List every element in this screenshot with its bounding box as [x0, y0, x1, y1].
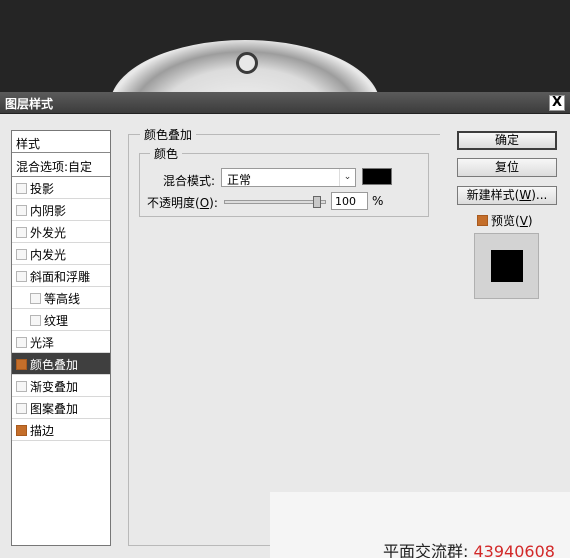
- opacity-input[interactable]: 100: [331, 192, 368, 210]
- style-item-label: 外发光: [30, 226, 67, 240]
- style-item-label: 斜面和浮雕: [30, 270, 91, 284]
- style-item-label: 描边: [30, 424, 55, 438]
- style-item-label: 内阴影: [30, 204, 67, 218]
- style-item[interactable]: 描边: [12, 419, 110, 441]
- dialog-title: 图层样式: [5, 97, 54, 111]
- checkbox-icon[interactable]: [30, 315, 41, 326]
- style-item[interactable]: 颜色叠加: [12, 353, 110, 375]
- blend-options-item[interactable]: 混合选项:自定: [12, 155, 110, 177]
- dialog-titlebar: 图层样式 X: [0, 92, 570, 114]
- preview-label: 预览(V): [491, 214, 533, 228]
- watermark-text: 平面交流群:: [383, 542, 469, 558]
- style-item[interactable]: 内阴影: [12, 199, 110, 221]
- close-icon[interactable]: X: [549, 95, 565, 111]
- checkbox-icon[interactable]: [16, 359, 27, 370]
- overlay-color-swatch[interactable]: [362, 168, 392, 185]
- checkbox-icon[interactable]: [16, 183, 27, 194]
- color-overlay-group-title: 颜色叠加: [140, 126, 197, 143]
- style-item-label: 投影: [30, 182, 55, 196]
- checkbox-icon[interactable]: [16, 381, 27, 392]
- blend-mode-label: 混合模式:: [163, 174, 216, 188]
- style-item-label: 纹理: [44, 314, 69, 328]
- style-item-label: 图案叠加: [30, 402, 79, 416]
- checkbox-icon[interactable]: [16, 337, 27, 348]
- style-preview: [474, 233, 539, 299]
- checkbox-icon[interactable]: [30, 293, 41, 304]
- opacity-slider-thumb[interactable]: [313, 196, 321, 208]
- reset-button[interactable]: 复位: [457, 158, 557, 177]
- watermark-number: 43940608: [473, 542, 555, 558]
- opacity-slider[interactable]: [224, 196, 326, 208]
- checkbox-icon[interactable]: [16, 205, 27, 216]
- style-item[interactable]: 图案叠加: [12, 397, 110, 419]
- style-item[interactable]: 斜面和浮雕: [12, 265, 110, 287]
- style-item-label: 颜色叠加: [30, 358, 79, 372]
- document-canvas: [0, 0, 570, 92]
- style-item-label: 渐变叠加: [30, 380, 79, 394]
- chevron-down-icon[interactable]: ⌄: [339, 169, 355, 186]
- preview-checkbox[interactable]: 预览(V): [477, 212, 533, 229]
- preview-check-icon[interactable]: [477, 215, 488, 226]
- ring-hole-artwork: [236, 52, 258, 74]
- ok-button[interactable]: 确定: [457, 131, 557, 150]
- opacity-unit: %: [372, 194, 384, 208]
- style-item[interactable]: 外发光: [12, 221, 110, 243]
- style-item[interactable]: 光泽: [12, 331, 110, 353]
- style-item-label: 内发光: [30, 248, 67, 262]
- style-item[interactable]: 渐变叠加: [12, 375, 110, 397]
- style-item[interactable]: 等高线: [12, 287, 110, 309]
- style-item[interactable]: 内发光: [12, 243, 110, 265]
- preview-square: [491, 250, 523, 282]
- layer-style-dialog: 图层样式 X 样式 混合选项:自定 投影内阴影外发光内发光斜面和浮雕等高线纹理光…: [0, 92, 570, 558]
- color-subgroup-title: 颜色: [150, 145, 183, 162]
- blend-mode-select[interactable]: 正常 ⌄: [221, 168, 356, 187]
- style-item-label: 光泽: [30, 336, 55, 350]
- checkbox-icon[interactable]: [16, 425, 27, 436]
- styles-list: 样式 混合选项:自定 投影内阴影外发光内发光斜面和浮雕等高线纹理光泽颜色叠加渐变…: [11, 130, 111, 546]
- style-item-label: 等高线: [44, 292, 81, 306]
- checkbox-icon[interactable]: [16, 249, 27, 260]
- checkbox-icon[interactable]: [16, 403, 27, 414]
- style-item[interactable]: 纹理: [12, 309, 110, 331]
- new-style-button[interactable]: 新建样式(W)...: [457, 186, 557, 205]
- style-item[interactable]: 投影: [12, 177, 110, 199]
- watermark: 平面交流群: 43940608: [383, 538, 555, 558]
- opacity-label: 不透明度(O):: [147, 196, 218, 210]
- checkbox-icon[interactable]: [16, 271, 27, 282]
- styles-header[interactable]: 样式: [12, 131, 110, 153]
- checkbox-icon[interactable]: [16, 227, 27, 238]
- blend-mode-value: 正常: [227, 173, 252, 187]
